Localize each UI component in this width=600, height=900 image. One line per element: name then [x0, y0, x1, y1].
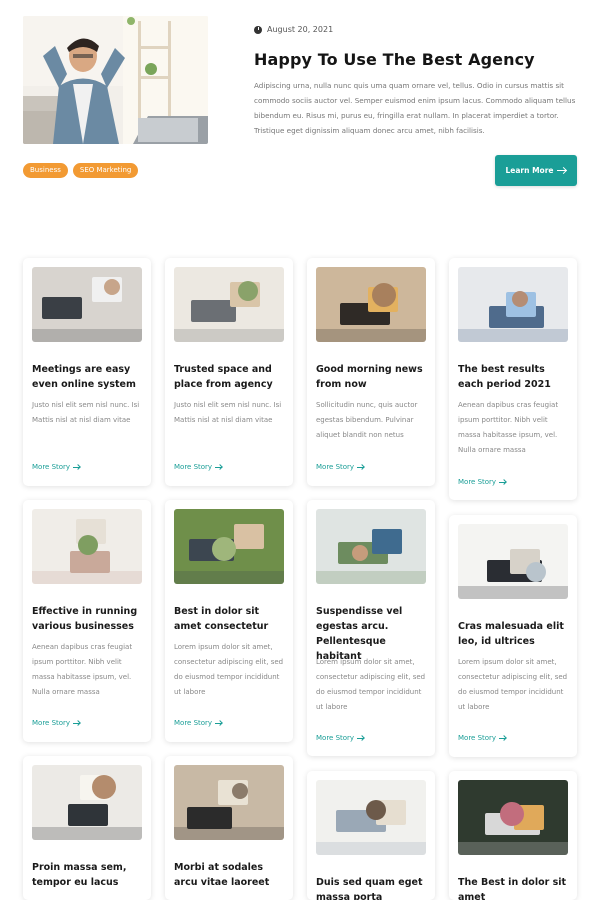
arrow-right-icon	[557, 170, 567, 171]
more-story-link[interactable]: More Story	[174, 463, 223, 471]
card-image[interactable]	[32, 765, 142, 840]
more-story-link[interactable]: More Story	[316, 463, 365, 471]
arrow-right-icon	[357, 466, 365, 468]
card-image[interactable]	[458, 780, 568, 855]
card-image[interactable]	[32, 267, 142, 342]
card-image[interactable]	[316, 780, 426, 855]
card-title[interactable]: The Best in dolor sit amet	[458, 875, 570, 900]
post-card[interactable]: Meetings are easy even online system Just…	[23, 258, 151, 486]
card-excerpt: Lorem ipsum dolor sit amet, consectetur …	[316, 658, 426, 711]
featured-title[interactable]: Happy To Use The Best Agency	[254, 50, 535, 69]
more-story-label: More Story	[316, 463, 355, 471]
card-title[interactable]: Duis sed quam eget massa porta	[316, 875, 428, 900]
post-date-text: August 20, 2021	[267, 25, 334, 34]
arrow-right-icon	[73, 722, 81, 724]
card-excerpt: Aenean dapibus cras feugiat ipsum portti…	[32, 643, 133, 696]
arrow-right-icon	[499, 737, 507, 739]
card-title[interactable]: Meetings are easy even online system	[32, 362, 144, 392]
tag-seo-marketing[interactable]: SEO Marketing	[72, 163, 139, 178]
post-card[interactable]: Proin massa sem, tempor eu lacus	[23, 756, 151, 900]
more-story-label: More Story	[174, 463, 213, 471]
card-title[interactable]: Best in dolor sit amet consectetur	[174, 604, 286, 634]
more-story-label: More Story	[174, 719, 213, 727]
card-title[interactable]: The best results each period 2021	[458, 362, 570, 392]
post-card[interactable]: Good morning news from now Sollicitudin n…	[307, 258, 435, 486]
card-image[interactable]	[316, 509, 426, 584]
card-image[interactable]	[174, 267, 284, 342]
featured-excerpt: Adipiscing urna, nulla nunc quis uma qua…	[254, 81, 576, 135]
more-story-link[interactable]: More Story	[174, 719, 223, 727]
card-excerpt: Justo nisl elit sem nisl nunc. Isi Matti…	[32, 401, 140, 424]
card-excerpt: Sollicitudin nunc, quis auctor egestas b…	[316, 401, 418, 439]
post-card[interactable]: Effective in running various businesses A…	[23, 500, 151, 742]
post-card[interactable]: Trusted space and place from agency Justo…	[165, 258, 293, 486]
card-excerpt: Lorem ipsum dolor sit amet, consectetur …	[458, 658, 568, 711]
featured-post: August 20, 2021 Happy To Use The Best Ag…	[0, 0, 600, 240]
featured-image[interactable]	[23, 16, 208, 144]
card-excerpt: Aenean dapibus cras feugiat ipsum portti…	[458, 401, 559, 454]
card-title[interactable]: Proin massa sem, tempor eu lacus	[32, 860, 144, 890]
post-card[interactable]: Duis sed quam eget massa porta	[307, 771, 435, 900]
card-image[interactable]	[458, 267, 568, 342]
post-card[interactable]: Best in dolor sit amet consectetur Lorem …	[165, 500, 293, 742]
post-card[interactable]: Cras malesuada elit leo, id ultrices Lore…	[449, 515, 577, 757]
post-card[interactable]: The Best in dolor sit amet	[449, 771, 577, 900]
tag-list: Business SEO Marketing	[23, 163, 139, 178]
card-image[interactable]	[316, 267, 426, 342]
post-card[interactable]: The best results each period 2021 Aenean …	[449, 258, 577, 500]
arrow-right-icon	[215, 466, 223, 468]
more-story-label: More Story	[316, 734, 355, 742]
card-title[interactable]: Good morning news from now	[316, 362, 428, 392]
arrow-right-icon	[499, 481, 507, 483]
more-story-link[interactable]: More Story	[32, 719, 81, 727]
card-title[interactable]: Cras malesuada elit leo, id ultrices	[458, 619, 570, 649]
card-excerpt: Lorem ipsum dolor sit amet, consectetur …	[174, 643, 284, 696]
arrow-right-icon	[215, 722, 223, 724]
learn-more-label: Learn More	[505, 166, 554, 175]
arrow-right-icon	[357, 737, 365, 739]
more-story-link[interactable]: More Story	[458, 734, 507, 742]
more-story-label: More Story	[32, 719, 71, 727]
tag-business[interactable]: Business	[23, 163, 68, 178]
card-title[interactable]: Morbi at sodales arcu vitae laoreet	[174, 860, 286, 890]
card-excerpt: Justo nisl elit sem nisl nunc. Isi Matti…	[174, 401, 282, 424]
more-story-link[interactable]: More Story	[316, 734, 365, 742]
post-card[interactable]: Suspendisse vel egestas arcu. Pellentesq…	[307, 500, 435, 756]
more-story-link[interactable]: More Story	[32, 463, 81, 471]
card-image[interactable]	[174, 765, 284, 840]
card-image[interactable]	[458, 524, 568, 599]
more-story-label: More Story	[458, 734, 497, 742]
learn-more-button[interactable]: Learn More	[495, 155, 577, 186]
card-image[interactable]	[32, 509, 142, 584]
card-title[interactable]: Trusted space and place from agency	[174, 362, 286, 392]
more-story-link[interactable]: More Story	[458, 478, 507, 486]
arrow-right-icon	[73, 466, 81, 468]
more-story-label: More Story	[32, 463, 71, 471]
post-date: August 20, 2021	[254, 25, 333, 34]
post-card[interactable]: Morbi at sodales arcu vitae laoreet	[165, 756, 293, 900]
card-title[interactable]: Effective in running various businesses	[32, 604, 144, 634]
more-story-label: More Story	[458, 478, 497, 486]
clock-icon	[254, 25, 262, 34]
card-image[interactable]	[174, 509, 284, 584]
